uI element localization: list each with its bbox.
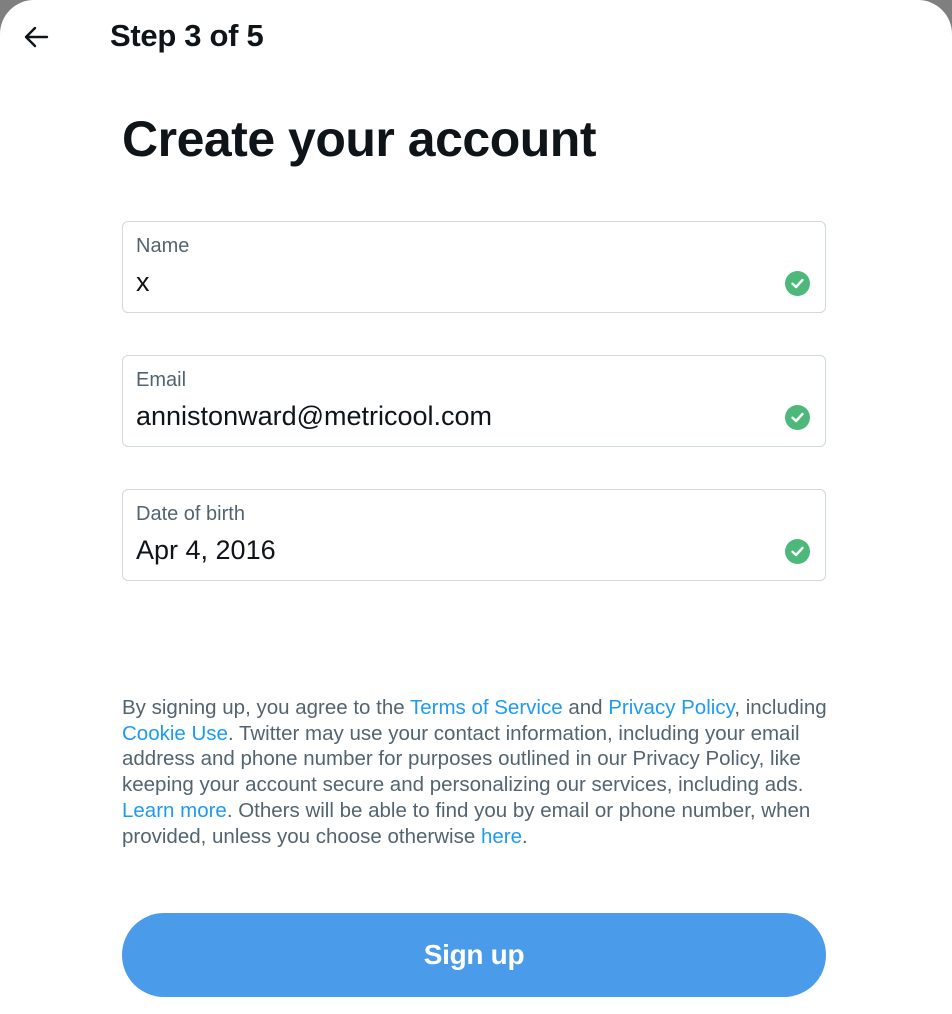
step-indicator: Step 3 of 5 <box>110 18 264 53</box>
page-title: Create your account <box>122 111 596 167</box>
learn-more-link[interactable]: Learn more <box>122 799 227 822</box>
legal-text: and <box>562 696 609 719</box>
date-of-birth-input[interactable] <box>136 535 756 566</box>
arrow-left-icon <box>24 26 49 48</box>
signup-modal: Step 3 of 5 Create your account Name Ema… <box>0 0 952 1014</box>
here-link[interactable]: here <box>481 825 522 848</box>
email-field-label: Email <box>136 369 187 391</box>
name-field[interactable]: Name <box>122 221 826 313</box>
cookie-use-link[interactable]: Cookie Use <box>122 722 228 745</box>
legal-text: , including <box>734 696 827 719</box>
email-field[interactable]: Email <box>122 355 826 447</box>
name-input[interactable] <box>136 267 756 298</box>
email-input[interactable] <box>136 401 756 432</box>
terms-of-service-link[interactable]: Terms of Service <box>410 696 563 719</box>
legal-text: By signing up, you agree to the <box>122 696 410 719</box>
privacy-policy-link[interactable]: Privacy Policy <box>608 696 734 719</box>
check-circle-icon <box>785 271 810 296</box>
sign-up-button[interactable]: Sign up <box>122 913 826 997</box>
check-circle-icon <box>785 405 810 430</box>
name-field-label: Name <box>136 235 190 257</box>
back-button[interactable] <box>14 17 58 57</box>
check-circle-icon <box>785 539 810 564</box>
date-of-birth-field[interactable]: Date of birth <box>122 489 826 581</box>
legal-text: . <box>522 824 528 848</box>
legal-disclaimer: By signing up, you agree to the Terms of… <box>122 695 832 849</box>
date-of-birth-field-label: Date of birth <box>136 503 245 525</box>
